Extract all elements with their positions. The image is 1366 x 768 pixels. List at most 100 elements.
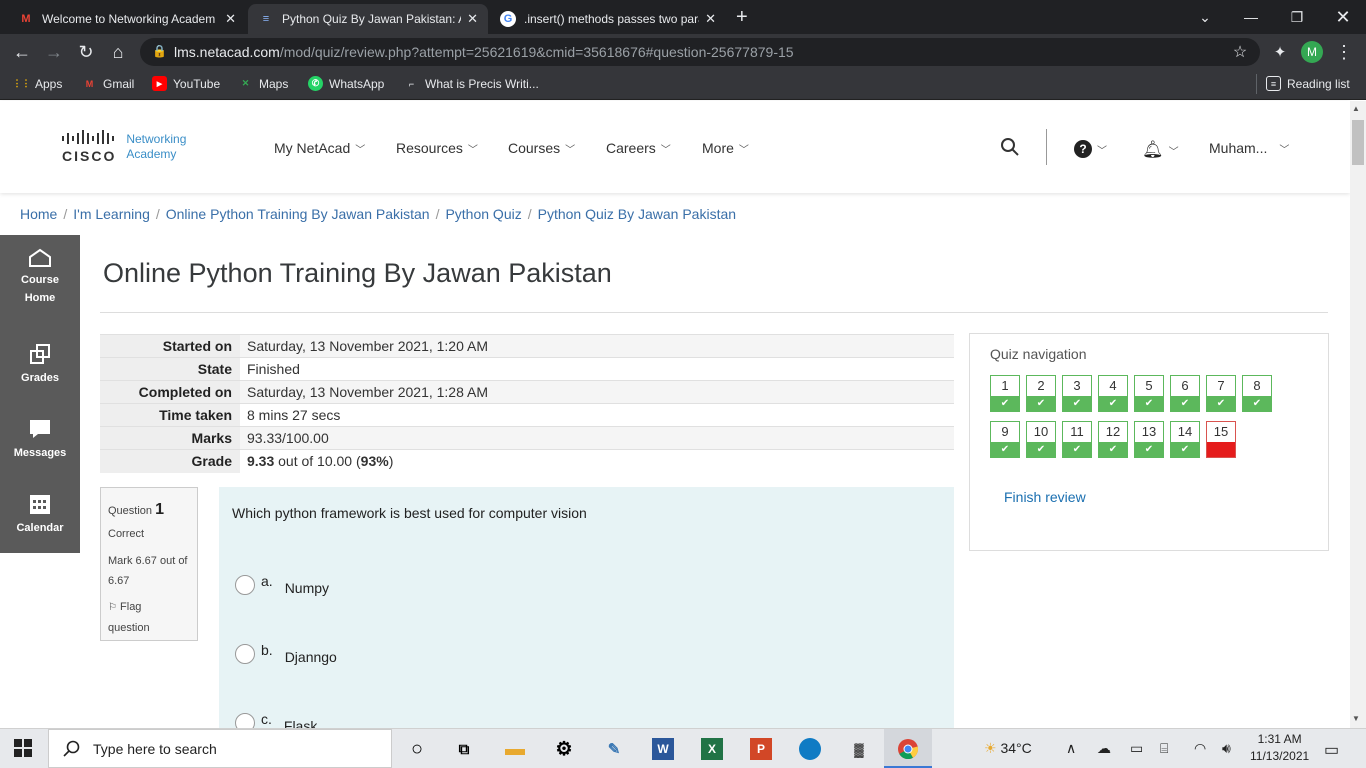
battery-icon[interactable]: ▭ [1130, 740, 1143, 757]
answer-option-a[interactable]: a. Numpy [235, 573, 329, 596]
cortana-icon[interactable]: ○ [402, 734, 432, 764]
page-scrollbar[interactable] [1350, 101, 1366, 728]
search-icon[interactable] [1000, 137, 1020, 162]
quiz-nav-button[interactable]: 3 ✔ [1062, 375, 1092, 412]
python-idle-icon[interactable]: ✎ [599, 734, 629, 764]
close-icon[interactable]: ✕ [467, 11, 478, 27]
tab-gmail[interactable]: M Welcome to Networking Academ ✕ [8, 4, 246, 34]
settings-gear-icon[interactable]: ⚙ [549, 734, 579, 764]
sidebar-item-grades[interactable]: Grades [0, 342, 80, 384]
quiz-nav-button[interactable]: 15 [1206, 421, 1236, 458]
reading-list-button[interactable]: ≡ Reading list [1266, 76, 1350, 91]
quiz-nav-button[interactable]: 4 ✔ [1098, 375, 1128, 412]
breadcrumb-quiz-page[interactable]: Python Quiz By Jawan Pakistan [538, 206, 736, 222]
nav-my-netacad[interactable]: My NetAcad ﹀ [274, 140, 365, 156]
bookmark-whatsapp[interactable]: ✆ WhatsApp [308, 76, 384, 91]
task-view-icon[interactable]: ⧉ [449, 734, 479, 764]
breadcrumb-home[interactable]: Home [20, 206, 57, 222]
flag-question-button[interactable]: ⚐ Flag question [108, 597, 190, 638]
quiz-nav-button[interactable]: 13 ✔ [1134, 421, 1164, 458]
reload-icon[interactable]: ↻ [74, 40, 98, 64]
nav-more[interactable]: More ﹀ [702, 140, 749, 156]
radio-button[interactable] [235, 713, 255, 728]
quiz-nav-button[interactable]: 7 ✔ [1206, 375, 1236, 412]
url-text[interactable]: lms.netacad.com/mod/quiz/review.php?atte… [174, 44, 794, 60]
quiz-nav-button[interactable]: 14 ✔ [1170, 421, 1200, 458]
scroll-up-icon[interactable]: ▲ [1352, 104, 1360, 113]
quiz-nav-button[interactable]: 1 ✔ [990, 375, 1020, 412]
nav-careers[interactable]: Careers ﹀ [606, 140, 671, 156]
network-icon[interactable]: ⌸ [1160, 740, 1168, 757]
scrollbar-thumb[interactable] [1352, 120, 1364, 165]
radio-button[interactable] [235, 644, 255, 664]
answer-option-c[interactable]: c. Flask [235, 713, 317, 728]
star-icon[interactable]: ☆ [1228, 40, 1252, 64]
answer-option-b[interactable]: b. Djanngo [235, 642, 337, 665]
nav-courses[interactable]: Courses ﹀ [508, 140, 575, 156]
tab-title: Welcome to Networking Academ [42, 12, 216, 26]
extensions-icon[interactable]: ✦ [1268, 40, 1292, 64]
quiz-nav-button[interactable]: 8 ✔ [1242, 375, 1272, 412]
onedrive-icon[interactable]: ☁ [1097, 740, 1111, 757]
user-menu[interactable]: Muham... ﹀ [1209, 140, 1289, 156]
home-icon[interactable]: ⌂ [106, 40, 130, 64]
minimize-button[interactable]: — [1228, 0, 1274, 34]
word-icon[interactable]: W [648, 734, 678, 764]
taskbar-search-box[interactable]: Type here to search [48, 729, 392, 768]
wifi-icon[interactable]: ◠ [1194, 740, 1206, 757]
radio-button[interactable] [235, 575, 255, 595]
bookmark-gmail[interactable]: M Gmail [82, 76, 135, 91]
breadcrumb-course[interactable]: Online Python Training By Jawan Pakistan [166, 206, 430, 222]
sidebar-item-calendar[interactable]: Calendar [0, 492, 80, 534]
breadcrumb-learning[interactable]: I'm Learning [73, 206, 150, 222]
restore-button[interactable]: ❐ [1274, 0, 1320, 34]
finish-review-link[interactable]: Finish review [1004, 489, 1086, 505]
flag-icon: ⚐ [108, 601, 117, 613]
quiz-nav-button[interactable]: 11 ✔ [1062, 421, 1092, 458]
back-icon[interactable]: ← [10, 40, 34, 64]
file-explorer-icon[interactable]: ▬ [500, 734, 530, 764]
quiz-nav-button[interactable]: 2 ✔ [1026, 375, 1056, 412]
tab-search-icon[interactable]: ⌄ [1182, 0, 1228, 34]
quiz-nav-button[interactable]: 5 ✔ [1134, 375, 1164, 412]
breadcrumb-python-quiz[interactable]: Python Quiz [445, 206, 521, 222]
check-icon: ✔ [1171, 396, 1199, 411]
sidebar-item-course-home[interactable]: Course Home [0, 248, 80, 304]
tab-google[interactable]: G .insert() methods passes two para ✕ [490, 4, 726, 34]
taskbar-clock[interactable]: 1:31 AM 11/13/2021 [1250, 731, 1309, 765]
notification-center-icon[interactable]: ▭ [1324, 740, 1339, 760]
tab-python-quiz[interactable]: ≡ Python Quiz By Jawan Pakistan: A ✕ [248, 4, 488, 34]
volume-icon[interactable]: 🔊︎ [1222, 740, 1231, 757]
close-window-button[interactable]: ✕ [1320, 0, 1366, 34]
notifications-menu[interactable]: 🔔︎ ﹀ [1142, 140, 1179, 160]
windows-start-icon[interactable] [14, 739, 32, 762]
quiz-nav-button[interactable]: 6 ✔ [1170, 375, 1200, 412]
profile-avatar[interactable]: M [1301, 41, 1323, 63]
quiz-nav-button[interactable]: 12 ✔ [1098, 421, 1128, 458]
weather-widget[interactable]: ☀ 34°C [984, 740, 1032, 757]
close-icon[interactable]: ✕ [705, 11, 716, 27]
bookmark-precis[interactable]: ⌐ What is Precis Writi... [404, 76, 539, 91]
nav-resources[interactable]: Resources ﹀ [396, 140, 478, 156]
quiz-nav-number: 6 [1181, 378, 1189, 393]
bookmark-maps[interactable]: ✕ Maps [238, 76, 289, 91]
tray-chevron-up-icon[interactable]: ∧ [1066, 740, 1076, 757]
help-menu[interactable]: ? ﹀ [1074, 140, 1107, 158]
app-icon[interactable]: ▓ [844, 734, 874, 764]
forward-icon[interactable]: → [42, 40, 66, 64]
lock-icon: 🔒 [152, 44, 167, 58]
sidebar-item-messages[interactable]: Messages [0, 417, 80, 459]
netacad-icon: ≡ [262, 13, 270, 25]
bookmark-youtube[interactable]: ▶ YouTube [152, 76, 220, 91]
new-tab-button[interactable]: + [736, 6, 748, 29]
excel-icon[interactable]: X [697, 734, 727, 764]
quiz-nav-button[interactable]: 10 ✔ [1026, 421, 1056, 458]
edge-icon[interactable] [795, 734, 825, 764]
bookmark-apps[interactable]: ⋮⋮ Apps [13, 76, 63, 91]
cisco-logo[interactable]: cisco Networking Academy [62, 130, 186, 163]
quiz-nav-button[interactable]: 9 ✔ [990, 421, 1020, 458]
powerpoint-icon[interactable]: P [746, 734, 776, 764]
close-icon[interactable]: ✕ [225, 11, 236, 27]
menu-icon[interactable]: ⋮ [1332, 40, 1356, 64]
scroll-down-icon[interactable]: ▼ [1352, 714, 1360, 723]
